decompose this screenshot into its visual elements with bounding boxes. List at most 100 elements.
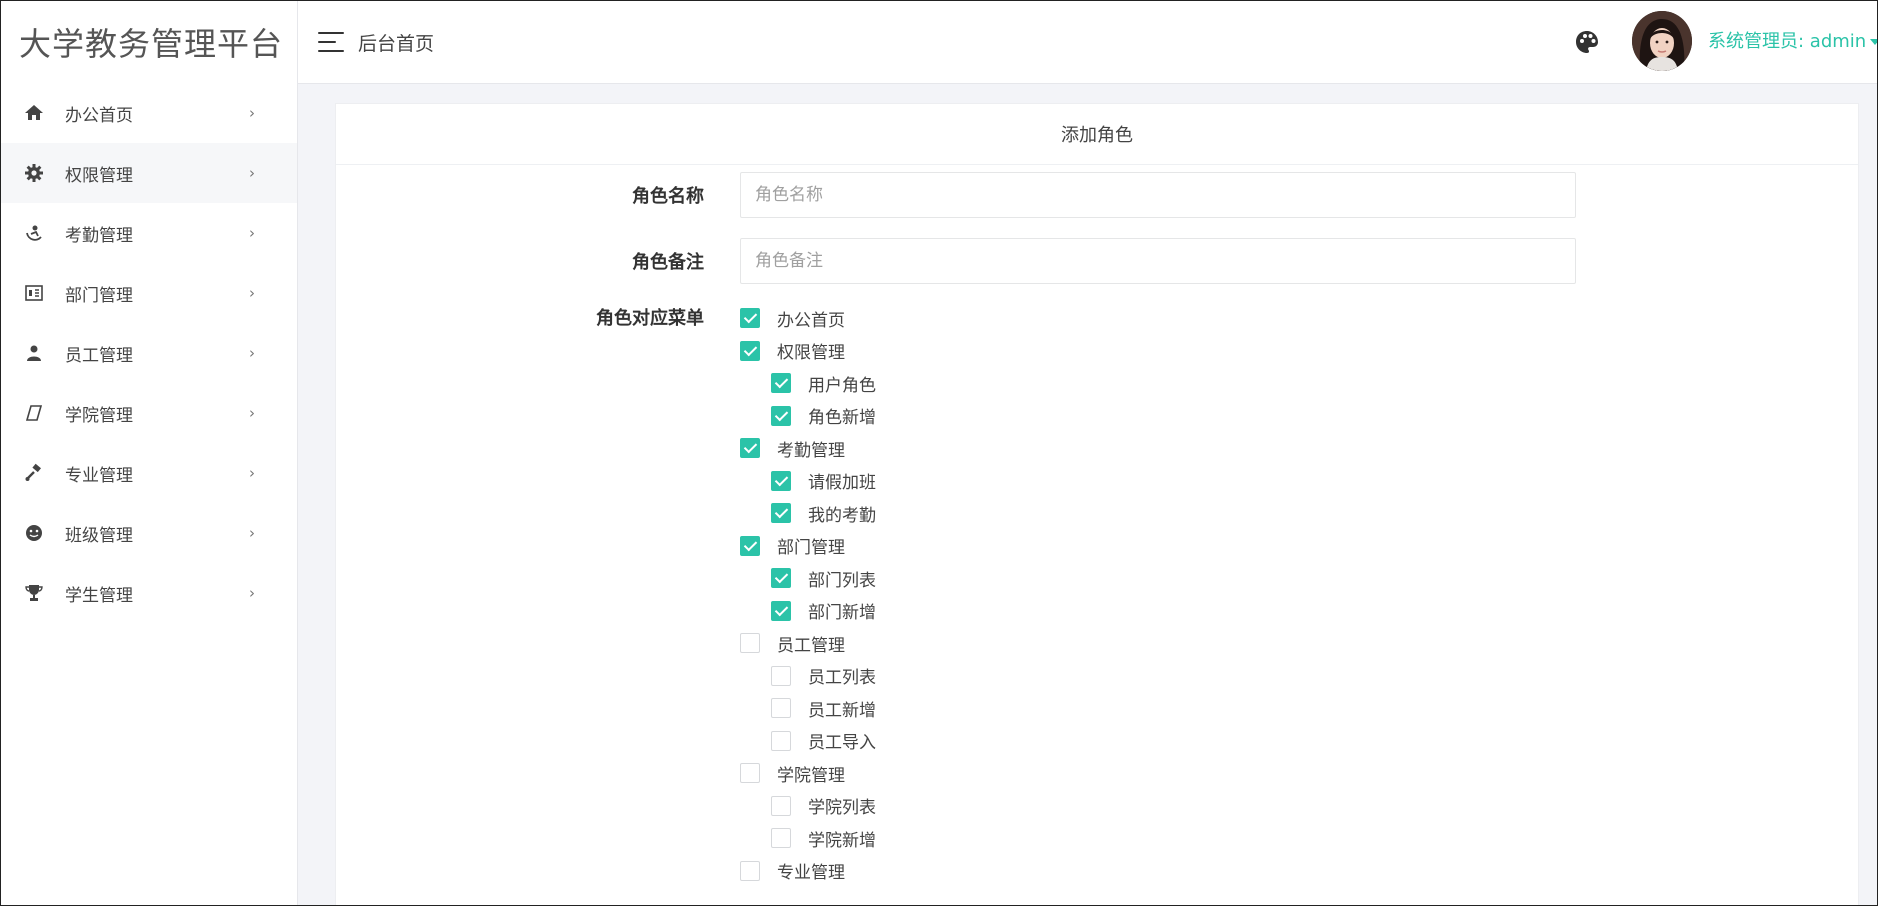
menu-tree-node[interactable]: 考勤管理: [740, 432, 876, 465]
trophy-icon: [23, 582, 45, 604]
user-icon: [23, 342, 45, 364]
menu-tree-node-label: 部门管理: [777, 538, 845, 559]
checkbox-checked[interactable]: [771, 405, 791, 426]
card-title: 添加角色: [336, 104, 1858, 165]
sidebar-item-attendance[interactable]: 考勤管理 ›: [1, 203, 297, 263]
sidebar-item-label: 考勤管理: [65, 225, 133, 246]
menu-tree-node[interactable]: 角色新增: [740, 400, 876, 433]
checkbox-checked[interactable]: [771, 373, 791, 394]
checkbox-checked[interactable]: [740, 308, 760, 329]
checkbox-unchecked[interactable]: [771, 795, 791, 816]
menu-tree-node[interactable]: 请假加班: [740, 465, 876, 498]
menu-tree-node-label: 员工管理: [777, 635, 845, 656]
menu-tree-node[interactable]: 员工管理: [740, 627, 876, 660]
menu-tree-node-label: 员工新增: [808, 700, 876, 721]
menu-tree-node-label: 请假加班: [808, 473, 876, 494]
checkbox-checked[interactable]: [771, 470, 791, 491]
menu-tree-node-label: 专业管理: [777, 863, 845, 884]
menu-tree-node[interactable]: 学院管理: [740, 757, 876, 790]
role-menu-label: 角色对应菜单: [596, 308, 704, 329]
role-name-row: 角色名称: [336, 172, 1858, 218]
parallelogram-icon: [23, 402, 45, 424]
checkbox-checked[interactable]: [740, 438, 760, 459]
gear-icon: [23, 162, 45, 184]
menu-tree-node-label: 用户角色: [808, 375, 876, 396]
sidebar-item-label: 员工管理: [65, 345, 133, 366]
sidebar-item-college[interactable]: 学院管理 ›: [1, 383, 297, 443]
app-window: 大学教务管理平台 办公首页 › 权限管理 › 考勤管理 › 部门管理 › 员工管…: [0, 0, 1878, 906]
menu-tree-node[interactable]: 员工列表: [740, 660, 876, 693]
menu-tree-node-label: 学院新增: [808, 830, 876, 851]
home-icon: [23, 102, 45, 124]
role-remark-input[interactable]: [740, 238, 1576, 284]
sidebar-item-employee[interactable]: 员工管理 ›: [1, 323, 297, 383]
menu-tree-node[interactable]: 部门列表: [740, 562, 876, 595]
checkbox-unchecked[interactable]: [771, 828, 791, 849]
sidebar-item-department[interactable]: 部门管理 ›: [1, 263, 297, 323]
role-remark-row: 角色备注: [336, 238, 1858, 284]
sidebar-item-label: 专业管理: [65, 465, 133, 486]
menu-toggle-icon[interactable]: [318, 32, 344, 52]
checkbox-checked[interactable]: [740, 340, 760, 361]
checkbox-unchecked[interactable]: [740, 763, 760, 784]
sidebar-item-label: 学生管理: [65, 585, 133, 606]
checkbox-unchecked[interactable]: [740, 860, 760, 881]
menu-tree-node-label: 学院列表: [808, 798, 876, 819]
sidebar-item-permissions[interactable]: 权限管理 ›: [1, 143, 297, 203]
menu-tree-node-label: 部门列表: [808, 570, 876, 591]
menu-tree-node-label: 办公首页: [777, 310, 845, 331]
menu-tree-node-label: 员工列表: [808, 668, 876, 689]
chevron-right-icon: ›: [249, 284, 255, 302]
checkbox-unchecked[interactable]: [771, 698, 791, 719]
checkbox-unchecked[interactable]: [771, 665, 791, 686]
role-name-label: 角色名称: [632, 186, 704, 207]
menu-tree-node[interactable]: 部门管理: [740, 530, 876, 563]
checkbox-unchecked[interactable]: [771, 730, 791, 751]
sidebar-item-office-home[interactable]: 办公首页 ›: [1, 83, 297, 143]
chevron-right-icon: ›: [249, 344, 255, 362]
sidebar-item-student[interactable]: 学生管理 ›: [1, 563, 297, 623]
caret-down-icon: [1870, 39, 1877, 45]
chevron-right-icon: ›: [249, 464, 255, 482]
add-role-card: 添加角色 角色名称 角色备注 角色对应菜单 办公首页权限管理用户角色角色新增考勤…: [335, 103, 1859, 905]
avatar[interactable]: [1632, 11, 1692, 71]
menu-tree-node-label: 我的考勤: [808, 505, 876, 526]
sidebar-menu: 办公首页 › 权限管理 › 考勤管理 › 部门管理 › 员工管理 › 学院管理 …: [1, 83, 297, 623]
menu-tree-node[interactable]: 用户角色: [740, 367, 876, 400]
menu-tree-node[interactable]: 部门新增: [740, 595, 876, 628]
menu-tree-node[interactable]: 办公首页: [740, 302, 876, 335]
menu-tree-node[interactable]: 我的考勤: [740, 497, 876, 530]
sidebar-item-label: 权限管理: [65, 165, 133, 186]
checkbox-checked[interactable]: [740, 535, 760, 556]
user-name-label: 系统管理员: admin: [1708, 31, 1867, 52]
smiley-icon: [23, 522, 45, 544]
menu-tree-node[interactable]: 学院列表: [740, 790, 876, 823]
menu-tree-node[interactable]: 权限管理: [740, 335, 876, 368]
menu-tree-node[interactable]: 专业管理: [740, 855, 876, 888]
menu-tree-node-label: 角色新增: [808, 408, 876, 429]
menu-tree-node-label: 部门新增: [808, 603, 876, 624]
menu-tree-node[interactable]: 员工新增: [740, 692, 876, 725]
sidebar-item-label: 班级管理: [65, 525, 133, 546]
checkbox-checked[interactable]: [771, 600, 791, 621]
checkbox-checked[interactable]: [771, 568, 791, 589]
breadcrumb[interactable]: 后台首页: [358, 29, 434, 56]
sidebar-item-label: 部门管理: [65, 285, 133, 306]
menu-permission-tree: 办公首页权限管理用户角色角色新增考勤管理请假加班我的考勤部门管理部门列表部门新增…: [740, 302, 876, 887]
role-name-input[interactable]: [740, 172, 1576, 218]
sidebar-item-label: 办公首页: [65, 105, 133, 126]
palette-icon[interactable]: [1574, 29, 1600, 55]
id-card-icon: [23, 282, 45, 304]
user-menu[interactable]: 系统管理员: admin: [1708, 27, 1877, 53]
menu-tree-node[interactable]: 员工导入: [740, 725, 876, 758]
menu-tree-node-label: 学院管理: [777, 765, 845, 786]
sidebar-item-class[interactable]: 班级管理 ›: [1, 503, 297, 563]
menu-tree-node[interactable]: 学院新增: [740, 822, 876, 855]
sidebar-item-major[interactable]: 专业管理 ›: [1, 443, 297, 503]
role-menu-row: 角色对应菜单: [336, 304, 1858, 334]
checkbox-unchecked[interactable]: [740, 633, 760, 654]
chevron-right-icon: ›: [249, 584, 255, 602]
checkbox-checked[interactable]: [771, 503, 791, 524]
menu-tree-node-label: 员工导入: [808, 733, 876, 754]
gavel-icon: [23, 462, 45, 484]
